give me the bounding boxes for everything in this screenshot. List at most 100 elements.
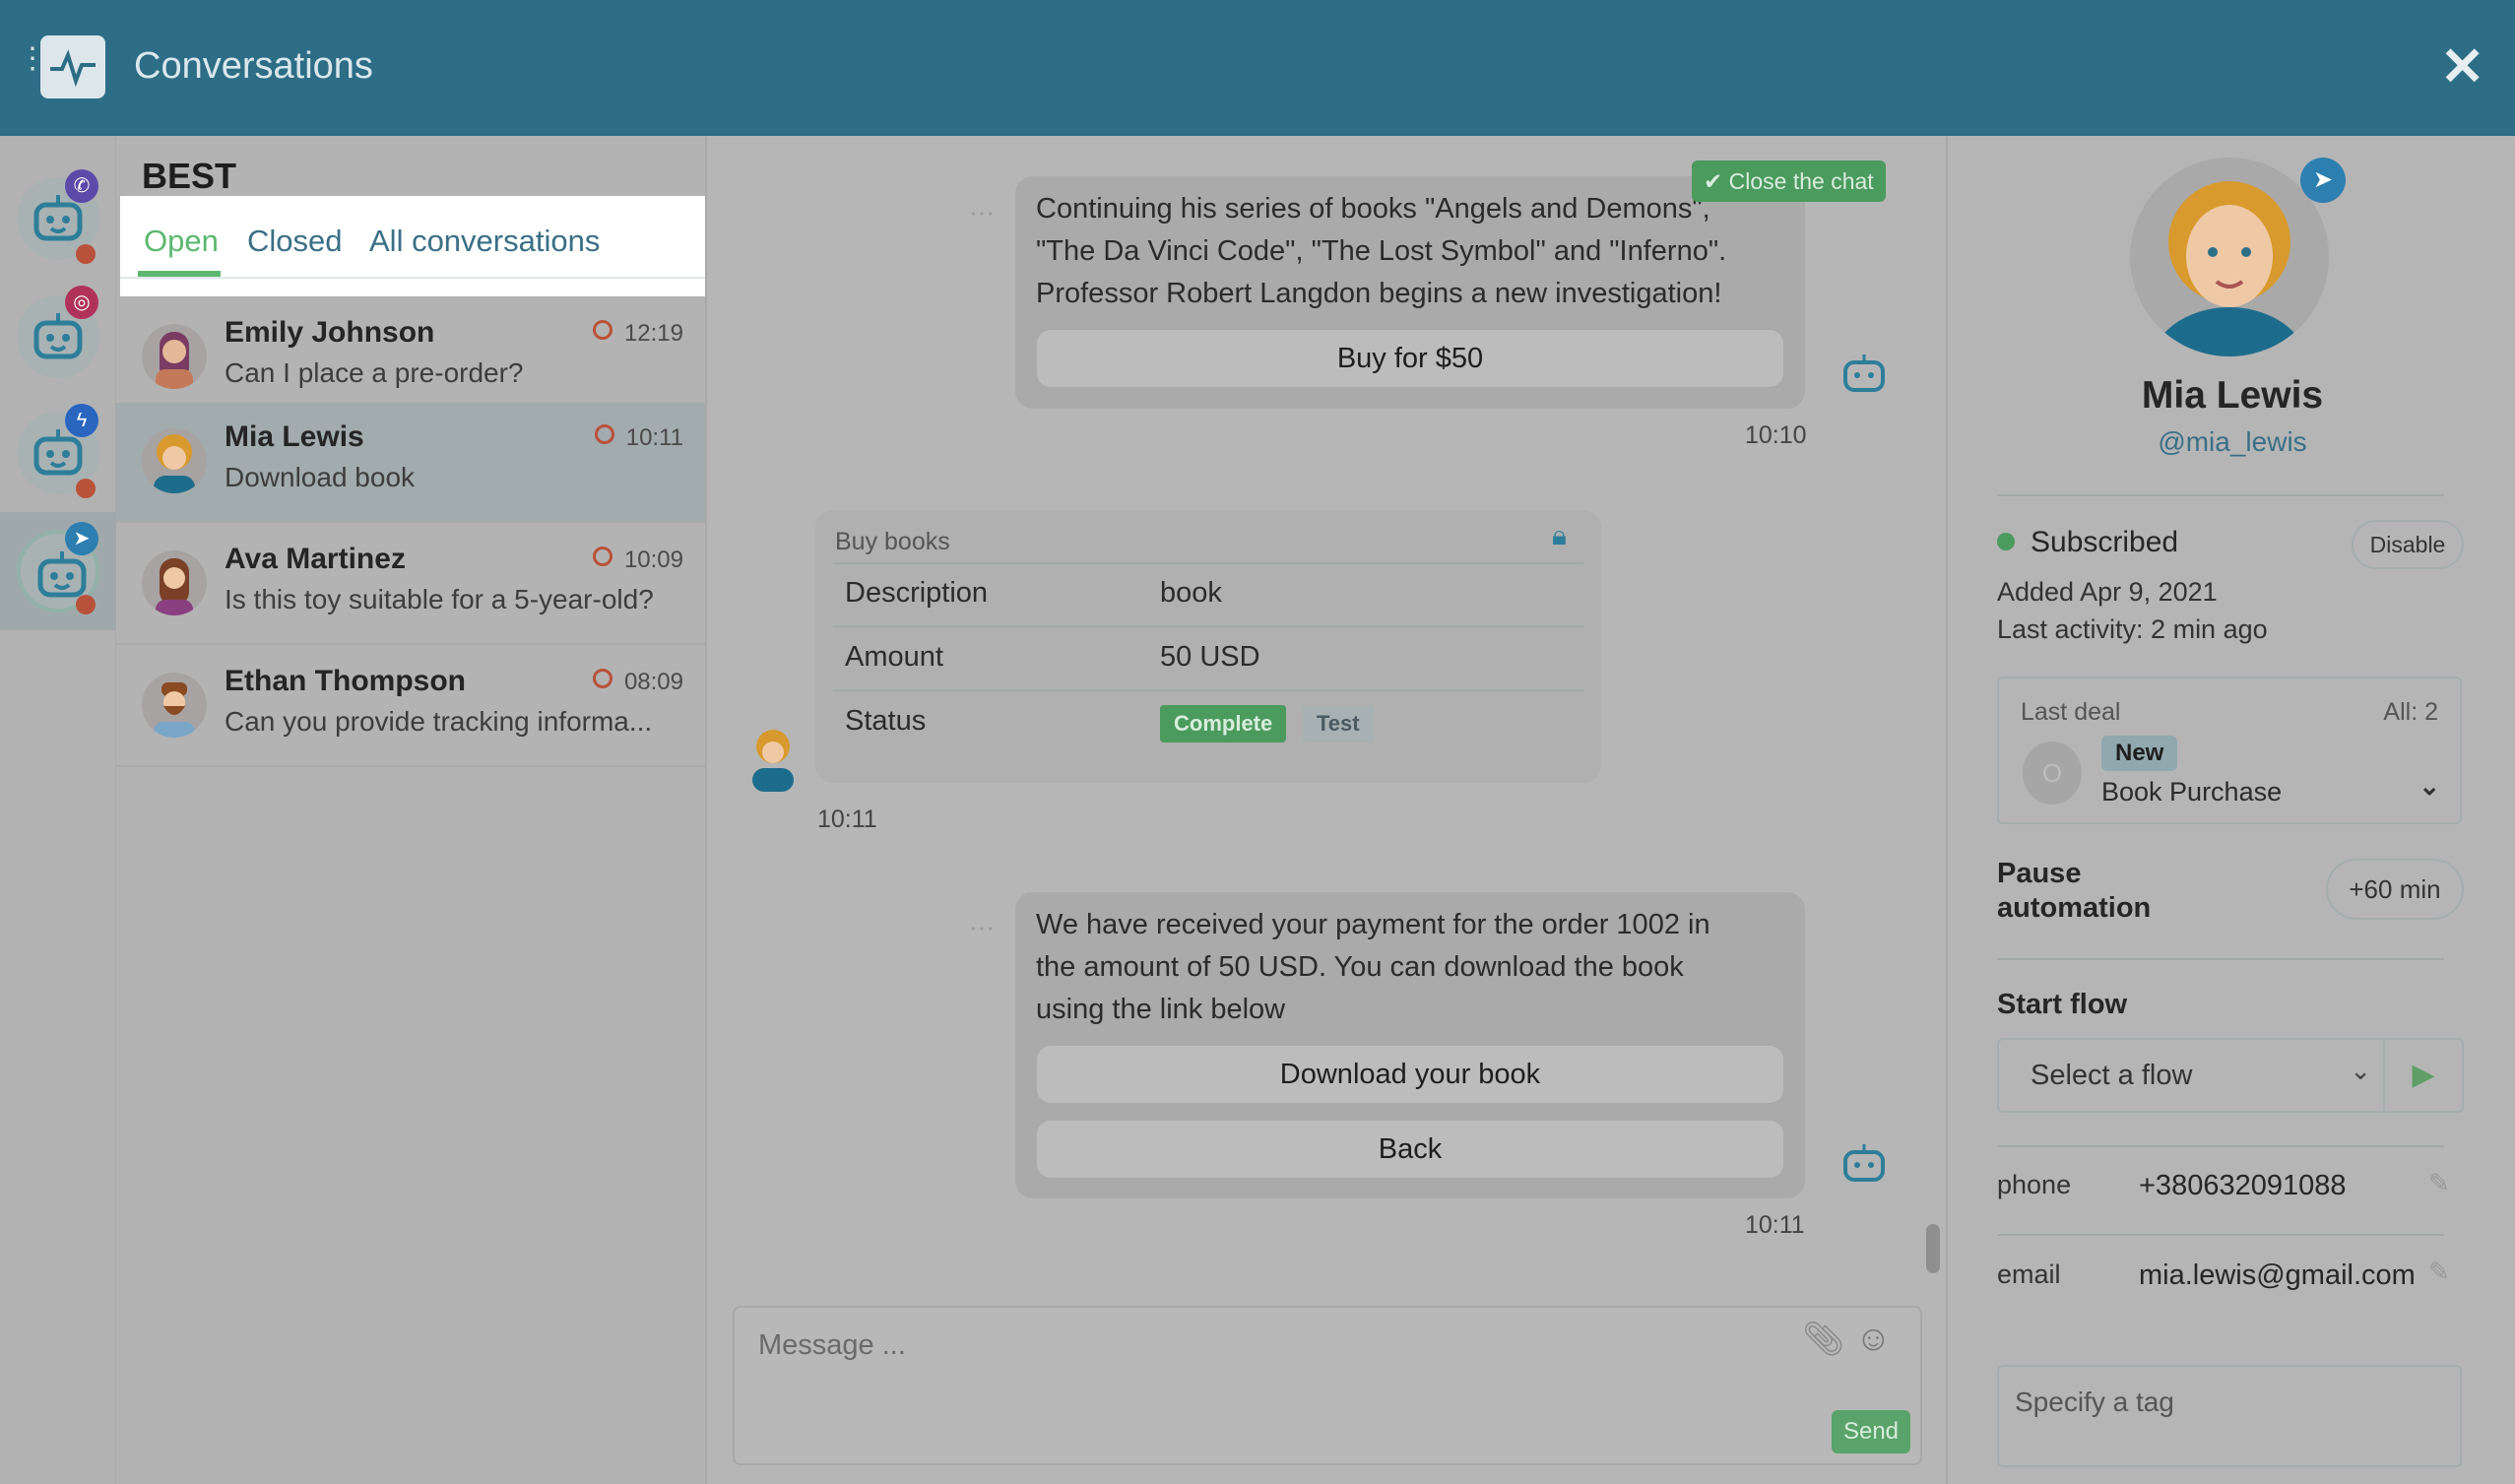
message-line: Professor Robert Langdon begins a new in… <box>1036 278 1722 309</box>
close-chat-button[interactable]: ✔ Close the chat <box>1692 161 1886 202</box>
messenger-icon: ϟ <box>65 404 98 437</box>
conversation-row[interactable]: Ava Martinez Is this toy suitable for a … <box>116 525 705 645</box>
deal-name: Book Purchase <box>2101 777 2283 807</box>
chevron-down-icon[interactable]: ⌄ <box>2418 771 2440 802</box>
status-dot <box>76 244 96 264</box>
message-time: 10:11 <box>817 806 877 833</box>
telegram-icon: ➤ <box>2300 158 2346 203</box>
pause-label: Pause automation <box>1997 857 2151 926</box>
message-line: "The Da Vinci Code", "The Lost Symbol" a… <box>1036 235 1727 267</box>
send-button[interactable]: Send <box>1832 1410 1910 1453</box>
added-date: Added Apr 9, 2021 <box>1997 577 2218 607</box>
tab-all-conversations[interactable]: All conversations <box>369 224 600 259</box>
back-button[interactable]: Back <box>1037 1121 1783 1178</box>
last-deal-card[interactable]: Last deal All: 2 O New Book Purchase ⌄ <box>1997 677 2462 824</box>
header-title: Conversations <box>134 45 373 87</box>
message-line: Continuing his series of books "Angels a… <box>1036 193 1710 225</box>
tab-bar: Open Closed All conversations <box>120 196 705 296</box>
close-chat-label: Close the chat <box>1728 168 1874 194</box>
more-icon[interactable]: ··· <box>969 197 995 227</box>
deal-stage-badge: New <box>2101 736 2178 771</box>
contact-name: Mia Lewis <box>225 420 364 453</box>
row-value: 50 USD <box>1160 641 1260 673</box>
pencil-icon[interactable]: ✎ <box>2428 1168 2450 1198</box>
bot-message: We have received your payment for the or… <box>1015 892 1805 1198</box>
contact-name: Ava Martinez <box>225 543 406 575</box>
tab-open[interactable]: Open <box>144 224 219 259</box>
divider <box>1997 1234 2444 1236</box>
row-label: Description <box>845 577 989 609</box>
divider <box>1997 1145 2444 1147</box>
pause-60-button[interactable]: +60 min <box>2326 859 2464 920</box>
channel-rail: ✆ ◎ ϟ ➤ <box>0 136 116 1484</box>
channel-viber[interactable]: ✆ <box>0 165 116 274</box>
tab-closed[interactable]: Closed <box>247 224 343 259</box>
flow-select[interactable]: Select a flow ⌄ <box>1997 1038 2385 1113</box>
test-badge: Test <box>1303 705 1374 742</box>
divider <box>1997 958 2444 960</box>
message-preview: Is this toy suitable for a 5-year-old? <box>225 584 654 614</box>
kebab-icon[interactable]: ⋮ <box>18 44 47 74</box>
status-dot <box>76 595 96 614</box>
time-stamp: 10:09 <box>593 547 683 574</box>
divider <box>833 625 1583 627</box>
instagram-icon: ◎ <box>65 286 98 319</box>
channel-instagram[interactable]: ◎ <box>0 284 116 392</box>
conversation-row-selected[interactable]: Mia Lewis Download book 10:11 <box>116 403 705 523</box>
deal-count: All: 2 <box>2383 698 2438 726</box>
avatar <box>741 723 806 792</box>
header: ⋮ Conversations ✕ <box>0 0 2515 136</box>
field-label-phone: phone <box>1997 1170 2072 1199</box>
contact-name: Emily Johnson <box>225 316 435 349</box>
more-icon[interactable]: ··· <box>969 912 995 942</box>
close-icon[interactable]: ✕ <box>2440 35 2484 97</box>
emoji-icon[interactable]: ☺ <box>1855 1318 1892 1359</box>
subscription-status: Subscribed <box>2031 526 2179 558</box>
pencil-icon[interactable]: ✎ <box>2428 1257 2450 1287</box>
message-line: using the link below <box>1036 994 1286 1025</box>
contact-handle[interactable]: @mia_lewis <box>1950 426 2515 458</box>
row-label: Amount <box>845 641 943 673</box>
start-flow-label: Start flow <box>1997 989 2128 1020</box>
contact-panel: ➤ Mia Lewis @mia_lewis Subscribed Disabl… <box>1950 136 2515 1484</box>
flow-select-value: Select a flow <box>2031 1060 2193 1091</box>
message-placeholder: Message ... <box>758 1329 906 1361</box>
message-input[interactable]: Message ... 📎︎ ☺ Send <box>733 1306 1922 1465</box>
time-stamp: 08:09 <box>593 669 683 696</box>
card-title: Buy books <box>835 528 950 555</box>
avatar <box>142 324 207 389</box>
conversation-row[interactable]: Ethan Thompson Can you provide tracking … <box>116 647 705 767</box>
subscribed-dot <box>1997 533 2015 550</box>
avatar <box>142 428 207 493</box>
pause-label-line1: Pause <box>1997 858 2082 889</box>
pulse-icon <box>40 35 105 98</box>
conversation-row[interactable]: Emily Johnson Can I place a pre-order? 1… <box>116 298 705 419</box>
channel-messenger[interactable]: ϟ <box>0 400 116 508</box>
bot-icon <box>1841 1142 1887 1187</box>
bot-title: BEST <box>142 156 237 196</box>
row-value: book <box>1160 577 1222 609</box>
channel-telegram[interactable]: ➤ <box>0 512 116 630</box>
chat-panel: Continuing his series of books "Angels a… <box>709 136 1948 1484</box>
telegram-icon: ➤ <box>65 522 98 555</box>
download-book-button[interactable]: Download your book <box>1037 1046 1783 1103</box>
contact-name: Ethan Thompson <box>225 665 466 697</box>
contact-avatar <box>2130 158 2329 356</box>
message-preview: Can I place a pre-order? <box>225 357 524 388</box>
avatar <box>142 550 207 615</box>
message-time: 10:10 <box>1745 421 1807 449</box>
start-flow-button[interactable]: ▶ <box>2383 1038 2464 1113</box>
field-value-phone: +380632091088 <box>2139 1170 2347 1201</box>
divider <box>833 689 1583 691</box>
scrollbar[interactable] <box>1926 1224 1940 1273</box>
avatar <box>142 673 207 738</box>
tag-input[interactable]: Specify a tag <box>1997 1365 2462 1467</box>
time-stamp: 10:11 <box>595 424 683 452</box>
message-time: 10:11 <box>1745 1211 1805 1239</box>
viber-icon: ✆ <box>65 169 98 203</box>
buy-button[interactable]: Buy for $50 <box>1037 330 1783 387</box>
attach-icon[interactable]: 📎︎ <box>1802 1320 1844 1359</box>
deal-avatar: O <box>2023 742 2082 805</box>
last-deal-label: Last deal <box>2021 698 2121 726</box>
disable-button[interactable]: Disable <box>2352 520 2464 569</box>
